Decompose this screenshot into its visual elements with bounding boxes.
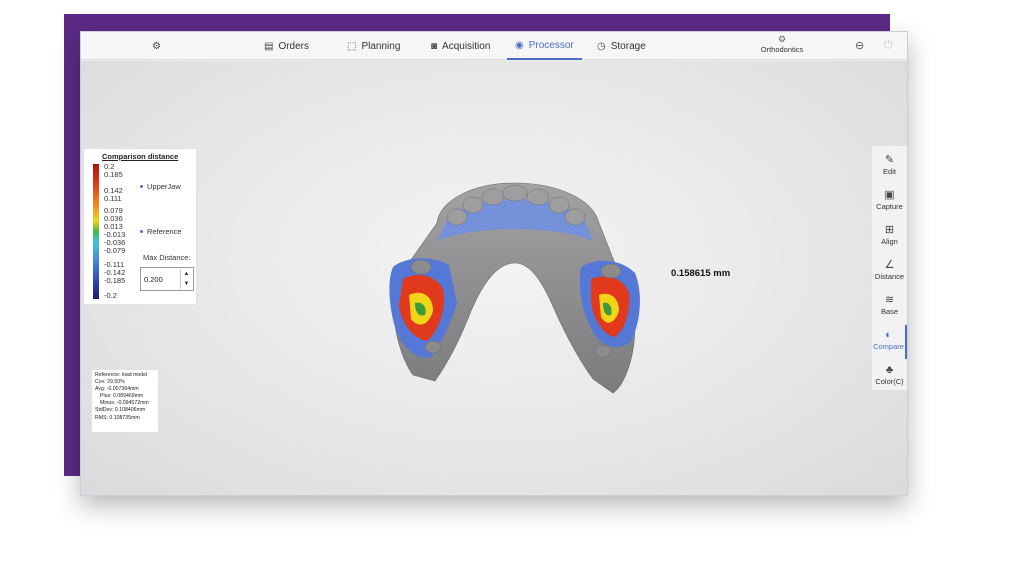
legend-series-reference[interactable]: Reference bbox=[140, 227, 182, 236]
max-distance-label: Max Distance: bbox=[143, 253, 191, 262]
workflow-label: Orthodontics bbox=[760, 45, 804, 54]
compare-icon: ◐ bbox=[885, 329, 892, 341]
tool-label: Color(C) bbox=[875, 377, 904, 386]
capture-icon: ▣ bbox=[884, 189, 895, 201]
orders-icon: ▤ bbox=[264, 40, 274, 52]
legend-tick: 0.111 bbox=[104, 194, 122, 203]
tool-label: Capture bbox=[876, 202, 903, 211]
stat-line: StdDev: 0.108406mm bbox=[95, 407, 146, 414]
processor-icon: ◉ bbox=[515, 39, 524, 51]
legend-title: Comparison distance bbox=[102, 152, 179, 161]
tool-label: Distance bbox=[874, 272, 905, 281]
color-scale-bar bbox=[93, 164, 99, 299]
jaw-scan-model[interactable] bbox=[345, 171, 685, 396]
tool-edit[interactable]: ✎ Edit bbox=[872, 150, 907, 184]
stat-line: Reference: load model bbox=[95, 372, 148, 378]
stat-line: Avg: -0.007364mm bbox=[95, 386, 139, 393]
gear-icon: ⚙ bbox=[777, 34, 787, 44]
stat-line: Cov: 29.50% bbox=[95, 379, 125, 386]
legend-ticks: 0.2 0.185 0.142 0.111 0.079 0.036 0.013 … bbox=[104, 163, 140, 300]
distance-icon: ∠ bbox=[884, 259, 895, 271]
tab-label: Processor bbox=[528, 39, 574, 51]
spin-down-button[interactable]: ▼ bbox=[180, 279, 192, 289]
tool-align[interactable]: ⊞ Align bbox=[872, 220, 907, 254]
max-distance-spinbox[interactable]: 0.200 ▲ ▼ bbox=[140, 267, 194, 291]
top-navigation-bar: ⚙ ▤ Orders ⬚ Planning ◙ Acquisition ◉ Pr… bbox=[81, 32, 907, 60]
caret-up-icon: ▲ bbox=[183, 271, 190, 277]
caret-down-icon: ▼ bbox=[183, 281, 190, 287]
spin-up-button[interactable]: ▲ bbox=[180, 269, 192, 279]
tool-label: Base bbox=[880, 307, 899, 316]
tool-compare[interactable]: ◐ Compare bbox=[872, 325, 907, 359]
3d-viewport[interactable]: Comparison distance 0.2 0.185 0.142 0.11… bbox=[81, 61, 907, 495]
tool-label: Compare bbox=[873, 342, 904, 351]
bullet-icon bbox=[140, 230, 143, 233]
tool-distance[interactable]: ∠ Distance bbox=[872, 255, 907, 289]
bullet-icon bbox=[140, 185, 143, 188]
power-icon: ⏻ bbox=[884, 39, 893, 51]
settings-button[interactable]: ⚙ bbox=[152, 32, 161, 60]
legend-tick: 0.185 bbox=[104, 170, 123, 179]
color-icon: ♣ bbox=[885, 364, 894, 376]
legend-tick: -0.185 bbox=[104, 276, 126, 285]
statistics-panel: Reference: load model Cov: 29.50% Avg: -… bbox=[91, 369, 159, 433]
distance-annotation: 0.158615 mm bbox=[671, 268, 731, 279]
tab-acquisition[interactable]: ◙ Acquisition bbox=[431, 32, 490, 60]
stat-line: RMS: 0.108735mm bbox=[95, 414, 140, 421]
tab-orders[interactable]: ▤ Orders bbox=[264, 32, 309, 60]
series-label: UpperJaw bbox=[147, 182, 181, 191]
tab-processor[interactable]: ◉ Processor bbox=[507, 32, 582, 60]
power-button[interactable]: ⏻ bbox=[884, 39, 893, 52]
tab-label: Planning bbox=[361, 40, 401, 52]
tool-label: Edit bbox=[883, 167, 896, 176]
gear-icon: ⚙ bbox=[152, 40, 161, 52]
tab-storage[interactable]: ◷ Storage bbox=[597, 32, 646, 60]
stat-line: Plus: 0.089469mm bbox=[100, 393, 144, 400]
legend-series-upperjaw[interactable]: UpperJaw bbox=[140, 182, 181, 191]
acquisition-icon: ◙ bbox=[431, 40, 438, 52]
tab-label: Orders bbox=[278, 40, 310, 52]
legend-tick: -0.079 bbox=[104, 246, 126, 255]
series-label: Reference bbox=[147, 227, 182, 236]
minimize-icon: ⊖ bbox=[855, 40, 865, 52]
base-icon: ≋ bbox=[884, 294, 895, 306]
planning-icon: ⬚ bbox=[347, 40, 357, 52]
max-distance-value[interactable]: 0.200 bbox=[144, 275, 163, 284]
minimize-button[interactable]: ⊖ bbox=[855, 39, 864, 52]
right-toolbar: ✎ Edit ▣ Capture ⊞ Align ∠ Distance ≋ Ba… bbox=[872, 146, 907, 390]
storage-icon: ◷ bbox=[597, 40, 606, 52]
legend-tick: -0.2 bbox=[104, 291, 117, 300]
edit-icon: ✎ bbox=[884, 154, 895, 166]
tab-label: Acquisition bbox=[442, 40, 491, 52]
align-icon: ⊞ bbox=[884, 224, 895, 236]
stat-line: Minus: -0.094572mm bbox=[100, 400, 149, 407]
workflow-selector[interactable]: ⚙ Orthodontics bbox=[751, 34, 813, 54]
tool-capture[interactable]: ▣ Capture bbox=[872, 185, 907, 219]
tab-label: Storage bbox=[610, 40, 646, 52]
comparison-legend: Comparison distance 0.2 0.185 0.142 0.11… bbox=[83, 148, 197, 305]
tool-base[interactable]: ≋ Base bbox=[872, 290, 907, 324]
tool-label: Align bbox=[881, 237, 898, 246]
tool-color[interactable]: ♣ Color(C) bbox=[872, 360, 907, 394]
tab-planning[interactable]: ⬚ Planning bbox=[347, 32, 400, 60]
app-window: ⚙ ▤ Orders ⬚ Planning ◙ Acquisition ◉ Pr… bbox=[80, 31, 908, 496]
